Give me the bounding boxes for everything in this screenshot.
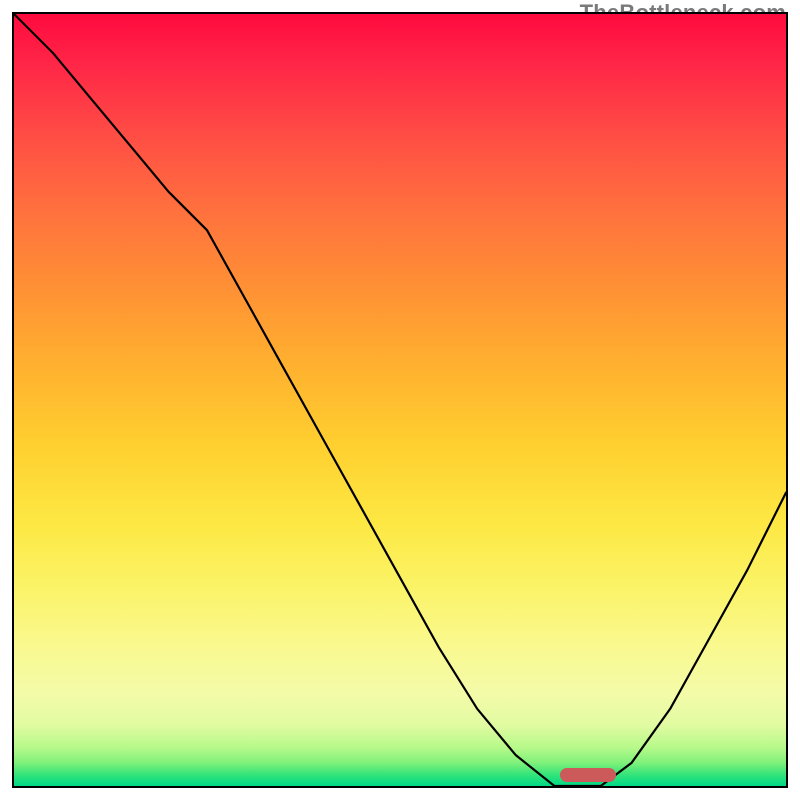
chart-frame xyxy=(12,12,788,788)
chart-background-gradient xyxy=(14,14,786,786)
bottleneck-marker xyxy=(560,768,616,782)
